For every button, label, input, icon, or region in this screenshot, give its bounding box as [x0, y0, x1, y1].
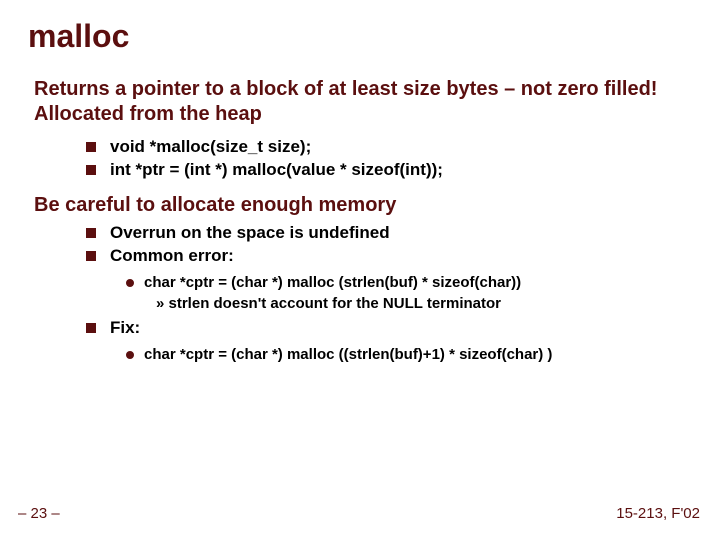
square-bullet-icon: [86, 228, 96, 238]
slide: malloc Returns a pointer to a block of a…: [0, 0, 720, 540]
square-bullet-icon: [86, 142, 96, 152]
square-bullet-icon: [86, 251, 96, 261]
list-item-text: Fix:: [110, 318, 140, 338]
list-item-text: Common error:: [110, 246, 234, 266]
footer-course-id: 15-213, F'02: [616, 505, 700, 522]
sub-list-item-text: char *cptr = (char *) malloc ((strlen(bu…: [144, 346, 552, 363]
list-item-text: Overrun on the space is undefined: [110, 223, 390, 243]
subsub-list-item: » strlen doesn't account for the NULL te…: [156, 295, 692, 312]
list-item: Overrun on the space is undefined: [86, 223, 692, 243]
section2-sublist: char *cptr = (char *) malloc (strlen(buf…: [28, 274, 692, 291]
sub-list-item-text: char *cptr = (char *) malloc (strlen(buf…: [144, 274, 521, 291]
sub-list-item: char *cptr = (char *) malloc (strlen(buf…: [126, 274, 692, 291]
disc-bullet-icon: [126, 279, 134, 287]
square-bullet-icon: [86, 323, 96, 333]
list-item: int *ptr = (int *) malloc(value * sizeof…: [86, 160, 692, 180]
section2-fix-sublist: char *cptr = (char *) malloc ((strlen(bu…: [28, 346, 692, 363]
list-item-text: void *malloc(size_t size);: [110, 137, 311, 157]
list-item: void *malloc(size_t size);: [86, 137, 692, 157]
section2-subsublist: » strlen doesn't account for the NULL te…: [28, 295, 692, 312]
section1-heading: Returns a pointer to a block of at least…: [28, 77, 692, 127]
slide-title: malloc: [28, 18, 692, 55]
section1-list: void *malloc(size_t size); int *ptr = (i…: [28, 137, 692, 180]
section2-list: Overrun on the space is undefined Common…: [28, 223, 692, 266]
footer-page-number: – 23 –: [18, 505, 60, 522]
list-item: Fix:: [86, 318, 692, 338]
square-bullet-icon: [86, 165, 96, 175]
list-item-text: int *ptr = (int *) malloc(value * sizeof…: [110, 160, 443, 180]
section2-fix-list: Fix:: [28, 318, 692, 338]
section2-heading: Be careful to allocate enough memory: [28, 194, 692, 217]
list-item: Common error:: [86, 246, 692, 266]
disc-bullet-icon: [126, 351, 134, 359]
sub-list-item: char *cptr = (char *) malloc ((strlen(bu…: [126, 346, 692, 363]
